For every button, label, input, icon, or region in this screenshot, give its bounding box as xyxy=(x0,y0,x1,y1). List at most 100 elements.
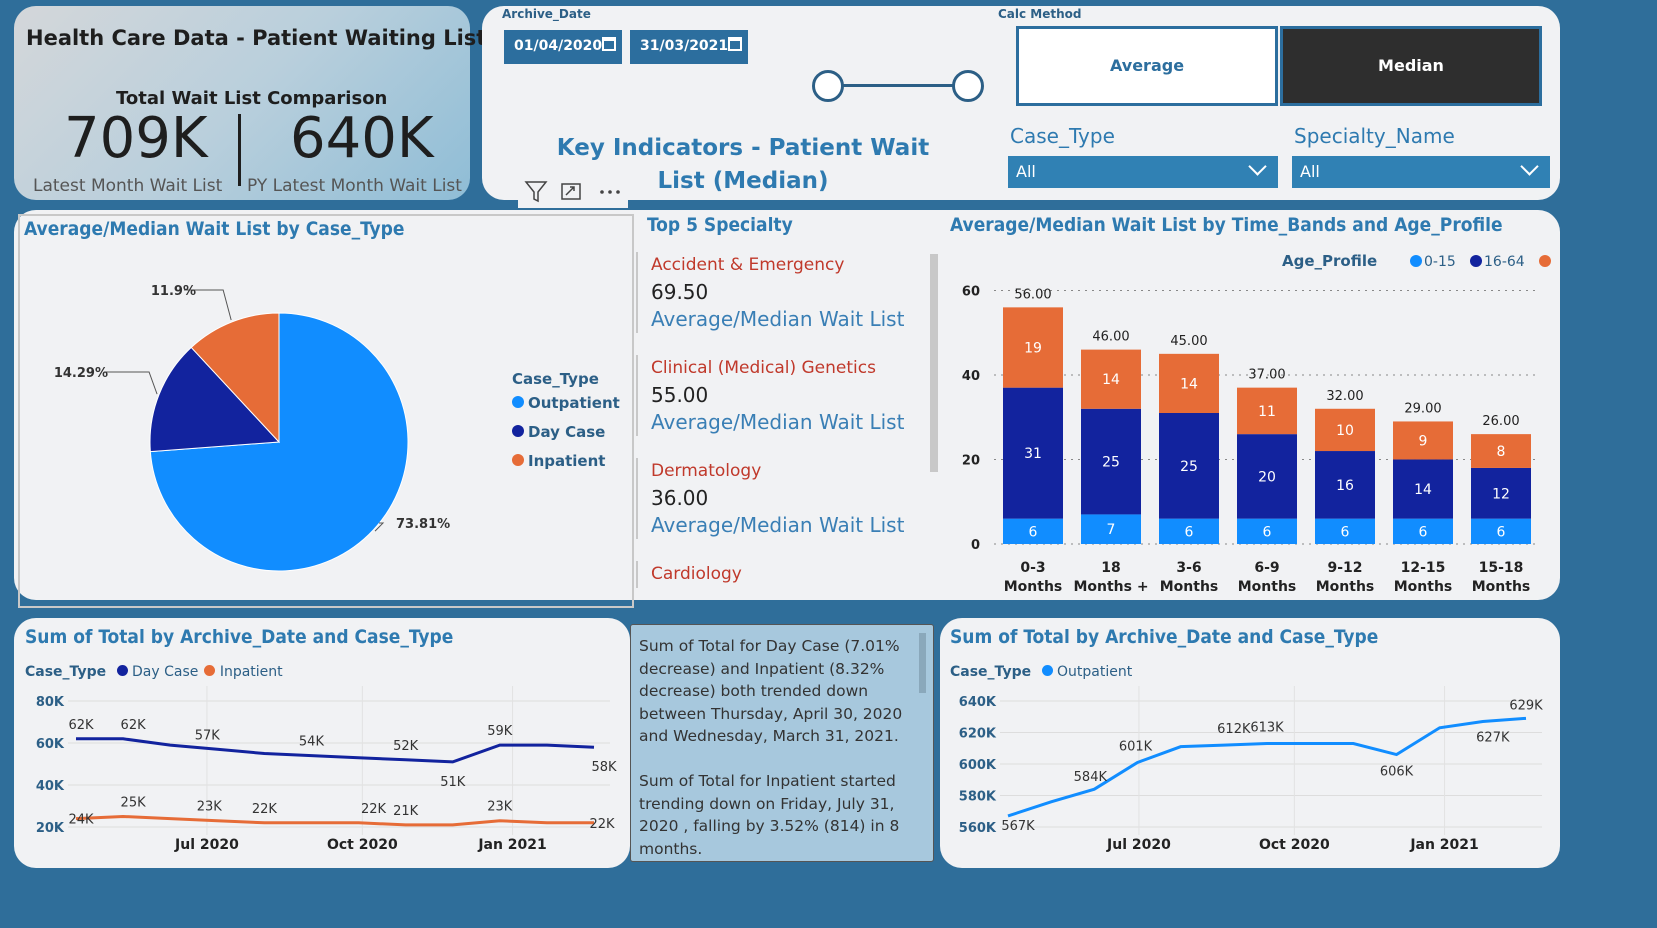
x-tick-label: Months + xyxy=(1073,579,1148,595)
data-label: 57K xyxy=(195,728,221,743)
legend-dot-icon xyxy=(512,454,524,466)
data-label: 54K xyxy=(299,735,325,750)
y-tick-label: 40K xyxy=(36,779,65,794)
line-right-legend: Case_Type Outpatient xyxy=(950,664,1132,680)
data-label: 627K xyxy=(1476,730,1510,745)
x-tick-label: 18 xyxy=(1101,560,1120,576)
calendar-icon[interactable] xyxy=(602,37,616,51)
legend-label: Outpatient xyxy=(1057,664,1133,680)
chevron-down-icon xyxy=(1520,157,1539,176)
date-slider-end-handle[interactable] xyxy=(952,70,984,102)
y-tick-label: 0 xyxy=(971,538,980,553)
py-latest-month-label: PY Latest Month Wait List xyxy=(247,176,462,196)
stacked-legend-label: 65+ xyxy=(1553,254,1554,270)
pie-legend-item[interactable]: Inpatient xyxy=(512,452,620,470)
legend-item[interactable]: Inpatient xyxy=(204,664,283,680)
x-tick-label: Jan 2021 xyxy=(477,837,546,853)
line-chart-right: 560K 580K 600K 620K 640K Jul 2020 Oct 2020 Jan … xyxy=(959,686,1543,853)
calendar-icon[interactable] xyxy=(728,37,742,51)
smart-narrative: Sum of Total for Day Case (7.01% decreas… xyxy=(630,624,934,862)
line-right-title: Sum of Total by Archive_Date and Case_Ty… xyxy=(950,626,1379,648)
bar-segment-label: 9 xyxy=(1419,433,1428,449)
latest-month-value: 709K xyxy=(64,106,208,171)
specialty-dropdown[interactable]: All xyxy=(1292,156,1550,188)
line-chart-left: 20K 40K 60K 80K Jul 2020 Oct 2020 Jan 2021 62K 6… xyxy=(36,686,617,853)
legend-dot-icon xyxy=(204,665,216,676)
start-date-input[interactable]: 01/04/2020 xyxy=(504,30,622,64)
narrative-scrollbar[interactable] xyxy=(919,633,926,693)
data-label: 62K xyxy=(121,718,147,733)
bar-segment-label: 6 xyxy=(1497,524,1506,540)
specialty-name: Dermatology xyxy=(651,461,762,481)
more-options-icon[interactable] xyxy=(600,190,620,194)
bar-total-label: 56.00 xyxy=(1014,287,1051,302)
bottom-left-panel: Sum of Total by Archive_Date and Case_Ty… xyxy=(14,618,630,868)
series-line-inpatient xyxy=(75,814,594,827)
data-label: 613K xyxy=(1250,721,1284,736)
legend-dot-icon xyxy=(1041,665,1053,676)
pie-legend-item[interactable]: Day Case xyxy=(512,423,620,441)
x-tick-label: 9-12 xyxy=(1327,560,1362,576)
end-date-input[interactable]: 31/03/2021 xyxy=(630,30,748,64)
specialty-value: 69.50 xyxy=(651,280,709,304)
stacked-legend: Age_Profile 0-15 16-64 65+ xyxy=(1282,252,1554,270)
bar-segment-label: 12 xyxy=(1492,486,1510,502)
stacked-bar-chart: Age_Profile 0-15 16-64 65+ 0 20 40 60 6 31 19 56.00… xyxy=(962,252,1554,595)
py-latest-month-value: 640K xyxy=(290,106,434,171)
top5-item[interactable]: Accident & Emergency 69.50 Average/Median … xyxy=(636,252,936,333)
x-tick-label: Months xyxy=(1316,579,1375,595)
bar-segment-label: 6 xyxy=(1029,524,1038,540)
top5-scrollbar[interactable] xyxy=(930,254,938,472)
bar-segment-label: 6 xyxy=(1263,524,1272,540)
x-tick-label: Oct 2020 xyxy=(1259,837,1330,853)
data-label: 22K xyxy=(252,802,278,817)
x-tick-label: 3-6 xyxy=(1176,560,1201,576)
top5-item[interactable]: Clinical (Medical) Genetics 55.00 Average/… xyxy=(636,355,936,436)
legend-dot-icon xyxy=(1470,255,1482,267)
narrative-text-1: Sum of Total for Day Case (7.01% decreas… xyxy=(639,637,903,746)
visual-header xyxy=(518,174,628,208)
legend-item[interactable]: Day Case xyxy=(116,664,198,680)
specialty-value: 36.00 xyxy=(651,486,709,510)
data-label: 606K xyxy=(1380,765,1414,780)
case-type-dropdown[interactable]: All xyxy=(1008,156,1278,188)
data-label: 23K xyxy=(487,800,513,815)
legend-dot-icon xyxy=(1410,255,1422,267)
bar-segment-label: 31 xyxy=(1024,446,1042,462)
bar-segment-label: 20 xyxy=(1258,469,1276,485)
data-label: 629K xyxy=(1509,698,1543,713)
line-left-legend-items: Day Case Inpatient xyxy=(111,664,283,680)
y-tick-label: 60K xyxy=(36,737,65,752)
specialty-value-label: Average/Median Wait List xyxy=(651,513,905,537)
top5-item[interactable]: Dermatology 36.00 Average/Median Wait List xyxy=(636,458,936,539)
data-label: 22K xyxy=(589,817,615,832)
pie-legend-title: Case_Type xyxy=(512,370,599,388)
data-label: 567K xyxy=(1001,819,1035,834)
pie-legend-label: Day Case xyxy=(528,423,606,441)
end-date-value: 31/03/2021 xyxy=(640,38,729,54)
data-label: 22K xyxy=(361,802,387,817)
calc-average-button[interactable]: Average xyxy=(1016,26,1278,106)
legend-item[interactable]: Outpatient xyxy=(1041,664,1133,680)
legend-dot-icon xyxy=(512,396,524,408)
y-tick-label: 80K xyxy=(36,695,65,710)
pie-legend-item[interactable]: Outpatient xyxy=(512,394,620,412)
specialty-filter-label: Specialty_Name xyxy=(1294,124,1455,148)
calc-method-label: Calc Method xyxy=(998,7,1082,21)
top5-item[interactable]: Cardiology xyxy=(636,561,936,588)
specialty-value-label: Average/Median Wait List xyxy=(651,307,905,331)
date-slider-start-handle[interactable] xyxy=(812,70,844,102)
date-slider-track[interactable] xyxy=(828,84,968,87)
pie-legend-label: Inpatient xyxy=(528,452,606,470)
x-tick-label: Months xyxy=(1472,579,1531,595)
line-left-title: Sum of Total by Archive_Date and Case_Ty… xyxy=(25,626,454,648)
bar-segment-label: 19 xyxy=(1024,341,1042,357)
stacked-chart-title: Average/Median Wait List by Time_Bands a… xyxy=(950,214,1503,236)
bar-total-label: 32.00 xyxy=(1326,389,1363,404)
stacked-legend-label: 16-64 xyxy=(1484,254,1525,270)
filter-icon[interactable] xyxy=(524,181,548,203)
calc-median-button[interactable]: Median xyxy=(1280,26,1542,106)
legend-dot-icon xyxy=(1539,255,1551,267)
filter-panel: Archive_Date 01/04/2020 31/03/2021 Key I… xyxy=(482,6,1560,200)
focus-mode-icon[interactable] xyxy=(561,183,581,200)
